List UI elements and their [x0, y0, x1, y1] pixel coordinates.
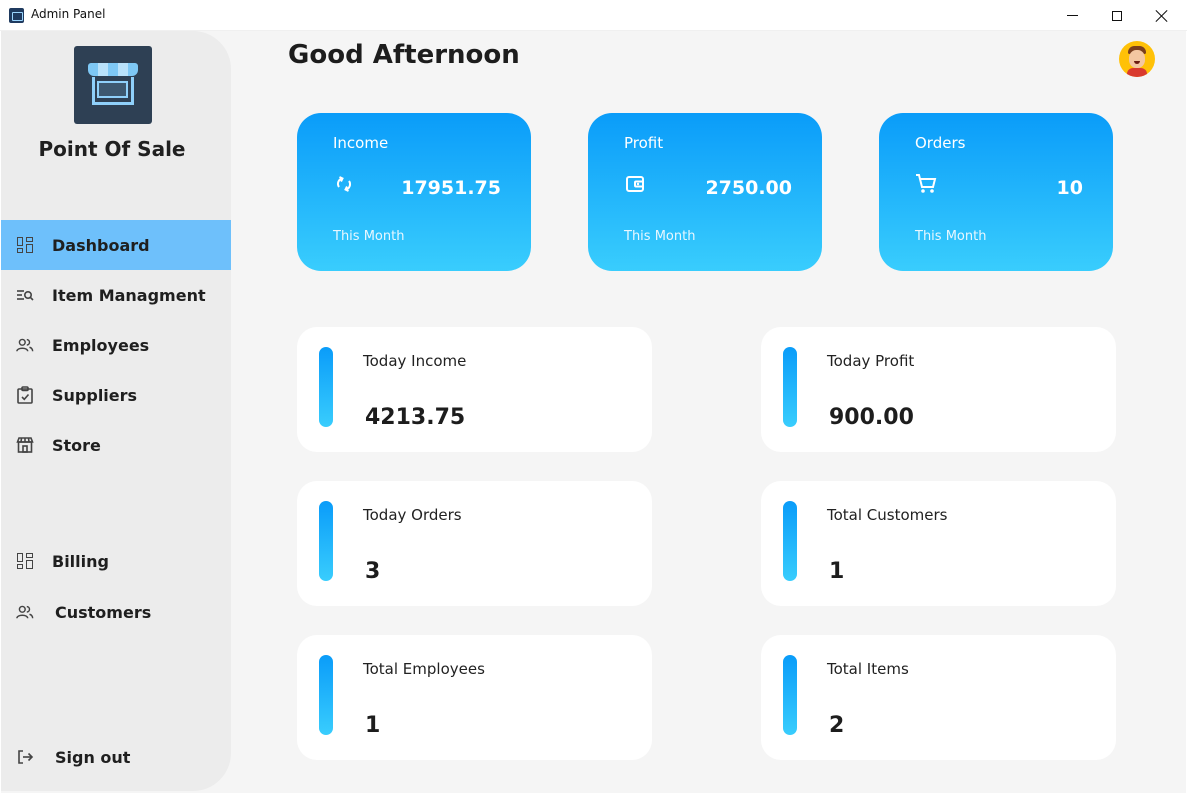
sidebar-item-customers[interactable]: Customers — [1, 587, 231, 637]
sidebar-item-store[interactable]: Store — [1, 420, 231, 470]
close-button[interactable] — [1139, 0, 1185, 31]
stat-card-label: Income — [333, 134, 389, 152]
stat-card-period: This Month — [333, 229, 405, 244]
store-icon — [16, 436, 34, 454]
maximize-button[interactable] — [1094, 0, 1140, 31]
accent-bar — [783, 501, 797, 581]
page-title: Good Afternoon — [288, 40, 520, 70]
stat-card-value: 17951.75 — [401, 177, 501, 199]
sidebar-item-label: Store — [52, 435, 101, 455]
clipboard-check-icon — [16, 386, 34, 404]
stat-card-period: This Month — [915, 229, 987, 244]
dashboard-icon — [16, 552, 34, 570]
sidebar-item-billing[interactable]: Billing — [1, 536, 231, 586]
stat-card-income: Income 17951.75 This Month — [297, 113, 531, 271]
sidebar-item-item-managment[interactable]: Item Managment — [1, 270, 231, 320]
app-body: Point Of Sale Dashboard Item Managment E… — [1, 31, 1186, 793]
accent-bar — [319, 655, 333, 735]
stat-card-value: 10 — [1056, 177, 1083, 199]
accent-bar — [783, 347, 797, 427]
refresh-icon — [333, 173, 355, 195]
window-titlebar: Admin Panel — [0, 0, 1187, 31]
sidebar-item-label: Dashboard — [52, 235, 150, 255]
item-search-icon — [16, 286, 34, 304]
tile-total-customers: Total Customers 1 — [761, 481, 1116, 606]
accent-bar — [319, 347, 333, 427]
tile-total-employees: Total Employees 1 — [297, 635, 652, 760]
dashboard-icon — [16, 236, 34, 254]
tile-today-profit: Today Profit 900.00 — [761, 327, 1116, 452]
logout-icon — [16, 748, 34, 766]
stat-card-label: Orders — [915, 134, 966, 152]
people-icon — [16, 336, 34, 354]
tile-total-items: Total Items 2 — [761, 635, 1116, 760]
accent-bar — [783, 655, 797, 735]
sidebar: Point Of Sale Dashboard Item Managment E… — [1, 31, 231, 791]
tile-label: Total Items — [827, 660, 909, 678]
sidebar-item-label: Customers — [55, 602, 152, 622]
avatar[interactable] — [1119, 41, 1155, 77]
tile-label: Today Profit — [827, 352, 915, 370]
sidebar-item-label: Suppliers — [52, 385, 138, 405]
tile-label: Total Employees — [363, 660, 485, 678]
tile-value: 900.00 — [829, 405, 914, 430]
sidebar-item-suppliers[interactable]: Suppliers — [1, 370, 231, 420]
tile-today-income: Today Income 4213.75 — [297, 327, 652, 452]
stat-card-period: This Month — [624, 229, 696, 244]
tile-today-orders: Today Orders 3 — [297, 481, 652, 606]
accent-bar — [319, 501, 333, 581]
tile-label: Total Customers — [827, 506, 948, 524]
tile-label: Today Income — [363, 352, 467, 370]
people-icon — [16, 603, 34, 621]
stat-card-orders: Orders 10 This Month — [879, 113, 1113, 271]
sidebar-item-dashboard[interactable]: Dashboard — [1, 220, 231, 270]
stat-card-value: 2750.00 — [705, 177, 792, 199]
stat-card-profit: Profit 2750.00 This Month — [588, 113, 822, 271]
window-title: Admin Panel — [31, 7, 106, 21]
cart-icon — [915, 173, 937, 195]
maximize-icon — [1112, 10, 1122, 21]
brand-name: Point Of Sale — [38, 137, 186, 161]
minimize-icon — [1066, 15, 1078, 16]
close-icon — [1156, 10, 1168, 22]
minimize-button[interactable] — [1049, 0, 1095, 31]
signout-label: Sign out — [55, 747, 131, 767]
sidebar-item-label: Billing — [52, 551, 109, 571]
wallet-icon — [624, 173, 646, 195]
stat-card-label: Profit — [624, 134, 664, 152]
tile-value: 1 — [365, 713, 381, 738]
tile-value: 4213.75 — [365, 405, 466, 430]
sidebar-item-label: Item Managment — [52, 285, 206, 305]
store-logo — [74, 46, 152, 124]
signout-button[interactable]: Sign out — [1, 733, 231, 781]
tile-value: 2 — [829, 713, 845, 738]
sidebar-item-employees[interactable]: Employees — [1, 320, 231, 370]
tile-value: 3 — [365, 559, 381, 584]
tile-label: Today Orders — [363, 506, 462, 524]
app-icon — [9, 8, 24, 23]
sidebar-item-label: Employees — [52, 335, 150, 355]
tile-value: 1 — [829, 559, 845, 584]
